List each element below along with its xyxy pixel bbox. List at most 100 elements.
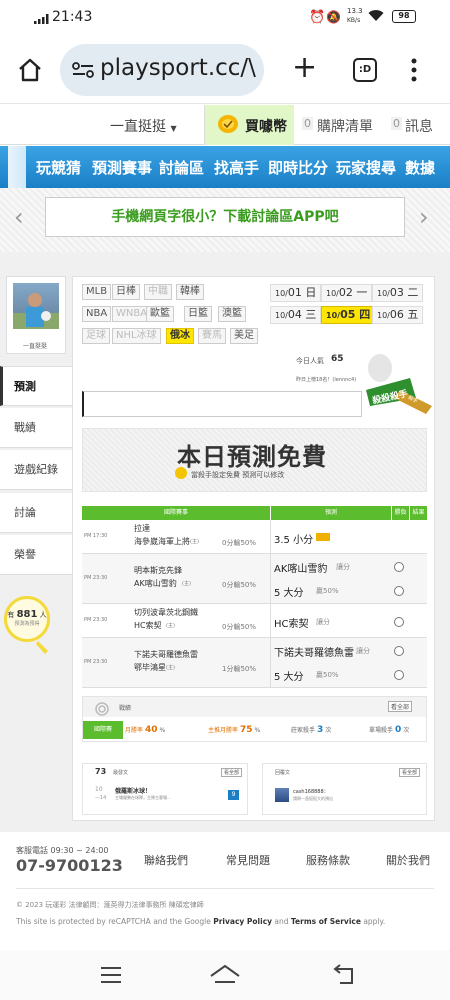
league-tag[interactable]: 日籃: [184, 306, 212, 322]
coins-button[interactable]: 買噱幣: [204, 105, 294, 145]
record-title: 戰績: [119, 705, 132, 712]
record-stat-unit: 次: [403, 727, 410, 734]
date-day: 05: [340, 308, 356, 321]
url-text: playsport.cc/\: [100, 55, 256, 81]
side-item-record[interactable]: 戰績: [0, 408, 72, 448]
team-away: 明本斯克先鋒: [134, 566, 182, 575]
date-tab[interactable]: 10/04 三: [270, 306, 322, 324]
privacy-link[interactable]: Privacy Policy: [213, 917, 272, 926]
recent-apps-icon[interactable]: [100, 966, 122, 984]
footer-link-terms[interactable]: 服務條款: [306, 852, 350, 868]
record-stat-label: 單場殺手: [369, 727, 394, 734]
avatar[interactable]: [13, 283, 59, 329]
match-time: PM 23:30: [84, 659, 108, 665]
pick-radio[interactable]: [394, 617, 404, 627]
side-item-discuss[interactable]: 討論: [0, 493, 72, 533]
nav-item-predict[interactable]: 預測賽事: [92, 157, 152, 178]
record-view-all[interactable]: 看全部: [388, 701, 413, 712]
loss-pct: 0分輸50%: [222, 623, 257, 631]
league-tag[interactable]: 美足: [230, 328, 258, 344]
service-phone[interactable]: 07-9700123: [16, 856, 123, 875]
footer-link-about[interactable]: 關於我們: [386, 852, 430, 868]
address-bar[interactable]: playsport.cc/\: [60, 44, 264, 96]
tab-switcher-button[interactable]: :D: [353, 58, 377, 82]
home-nav-icon[interactable]: [209, 964, 241, 984]
banner-link[interactable]: 手機網頁字很小？下載討論區APP吧: [45, 197, 405, 237]
league-tag[interactable]: 澳籃: [218, 306, 246, 322]
nav-arrow-icon: [8, 146, 26, 188]
league-tag[interactable]: 足球: [82, 328, 110, 344]
league-tag[interactable]: NHL冰球: [112, 328, 161, 344]
record-logo-icon: [95, 701, 109, 716]
footer-link-contact[interactable]: 聯絡我們: [144, 852, 188, 868]
date-weekday: 日: [305, 286, 317, 299]
terms-link[interactable]: Terms of Service: [291, 917, 361, 926]
home-icon[interactable]: [17, 58, 43, 82]
pick-tag: 贏50%: [316, 671, 339, 679]
reply-user: cash168888：: [293, 789, 329, 795]
buy-list-link[interactable]: 購牌清單: [317, 116, 373, 136]
forum-tag: 9: [228, 790, 239, 800]
nav-item-game[interactable]: 玩競猜: [36, 157, 81, 178]
reply-more[interactable]: 看全部: [399, 768, 421, 777]
record-stat-label: 月勝率: [125, 727, 144, 734]
forum-item-title[interactable]: 俄羅斯冰球！: [115, 786, 151, 795]
col-pick: 預測: [271, 506, 391, 520]
new-tab-icon[interactable]: +: [292, 50, 317, 86]
date-picker: 10/01 日 10/02 一 10/03 二 10/04 三 10/05 四 10/06…: [270, 284, 425, 326]
nav-item-player-search[interactable]: 玩家搜尋: [336, 157, 396, 178]
league-tag[interactable]: 賽馬: [198, 328, 226, 344]
forum-count: 73: [95, 767, 107, 776]
site-settings-icon[interactable]: [72, 62, 94, 78]
record-stat-value: 3: [317, 725, 324, 735]
footer-link-faq[interactable]: 常見問題: [226, 852, 270, 868]
pick-radio[interactable]: [394, 646, 404, 656]
back-icon[interactable]: [332, 964, 356, 986]
forum-right: 回覆文 看全部 cash168888： 請問一直挺挺大的預出: [262, 763, 427, 815]
banner-next-icon[interactable]: ›: [419, 203, 429, 231]
date-day: 02: [338, 286, 353, 299]
reply-avatar[interactable]: [275, 788, 289, 802]
more-menu-icon[interactable]: [411, 58, 417, 84]
date-tab[interactable]: 10/02 一: [321, 284, 373, 302]
side-item-label: 戰績: [14, 421, 36, 434]
coin-icon: [217, 114, 239, 134]
side-item-predict[interactable]: 預測: [0, 366, 72, 406]
loss-pct: 0分輸50%: [222, 581, 257, 589]
league-tag[interactable]: 俄冰: [166, 328, 194, 344]
league-tag[interactable]: 歐籃: [146, 306, 174, 322]
league-tag[interactable]: 韓棒: [176, 284, 204, 300]
cell-divider: [270, 604, 271, 638]
league-tag[interactable]: NBA: [82, 306, 112, 322]
net-speed: 13.3: [347, 7, 363, 15]
side-item-label: 討論: [14, 506, 36, 519]
nav-item-livescore[interactable]: 即時比分: [268, 157, 328, 178]
banner-prev-icon[interactable]: ‹: [14, 203, 24, 231]
record-stat-value: 0: [395, 725, 402, 735]
pick-radio[interactable]: [394, 586, 404, 596]
date-tab[interactable]: 10/03 二: [372, 284, 424, 302]
league-tag[interactable]: MLB: [82, 284, 112, 300]
date-tab[interactable]: 10/06 五: [372, 306, 424, 324]
browser-toolbar: playsport.cc/\ + :D: [0, 36, 450, 104]
nav-item-data[interactable]: 數據: [405, 157, 435, 178]
team-home-suffix: (主): [182, 581, 191, 587]
nav-item-experts[interactable]: 找高手: [214, 157, 259, 178]
messages-link[interactable]: 訊息: [405, 116, 433, 136]
nav-item-forum[interactable]: 討論區: [159, 157, 204, 178]
team-away: 拉達: [134, 524, 150, 533]
record-stat-unit: %: [159, 727, 166, 734]
user-dropdown[interactable]: 一直挺挺 ▼: [110, 116, 177, 136]
league-tag[interactable]: 中職: [144, 284, 172, 300]
pick-radio[interactable]: [394, 670, 404, 680]
record-stat-unit: %: [254, 727, 261, 734]
league-tag[interactable]: 日棒: [112, 284, 140, 300]
message-input[interactable]: [82, 391, 362, 417]
date-tab[interactable]: 10/01 日: [270, 284, 322, 302]
match-time: PM 17:30: [84, 533, 108, 539]
side-item-honor[interactable]: 榮譽: [0, 535, 72, 575]
side-item-history[interactable]: 遊戲紀錄: [0, 450, 72, 490]
pick-radio[interactable]: [394, 562, 404, 572]
date-tab[interactable]: 10/05 四: [321, 306, 376, 324]
forum-more[interactable]: 看全部: [221, 768, 243, 777]
